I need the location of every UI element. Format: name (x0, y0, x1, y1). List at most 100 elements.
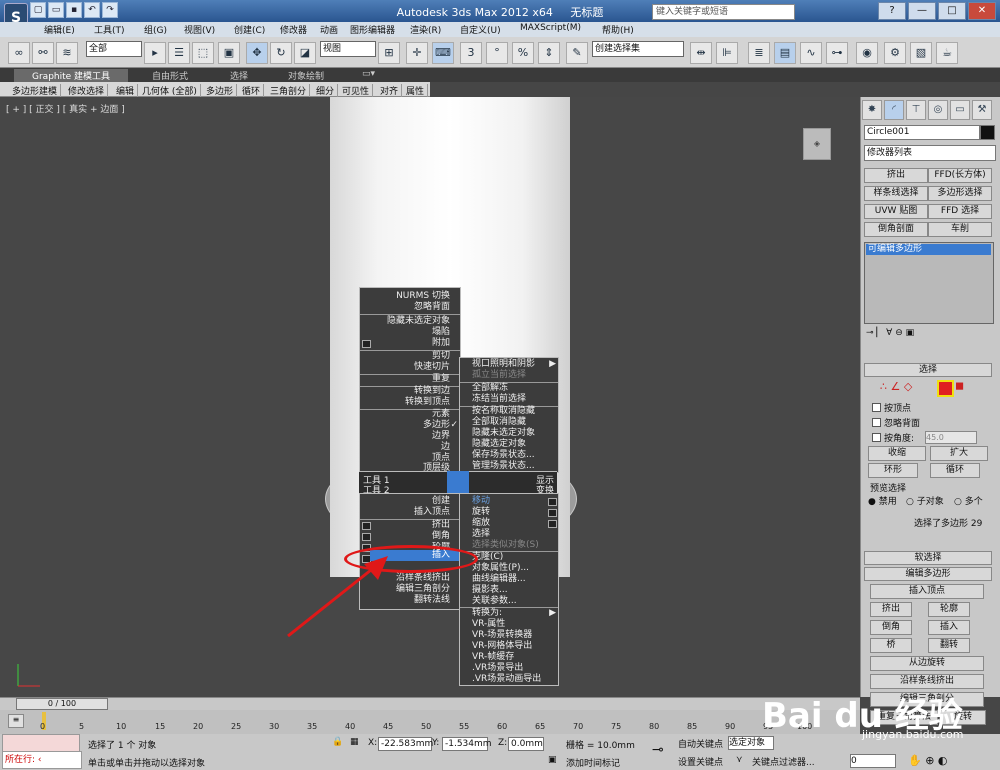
link-icon[interactable]: ∞ (8, 42, 30, 64)
lock-selection-icon[interactable]: 🔒 (332, 737, 343, 747)
mirror-icon[interactable]: ⇹ (690, 42, 712, 64)
keyboard-shortcut-toggle-icon[interactable]: ⌨ (432, 42, 454, 64)
named-selection-select[interactable]: 创建选择集 (592, 41, 684, 57)
menu-item-unhide-all[interactable]: 全部取消隐藏 (472, 417, 526, 428)
object-color-swatch[interactable] (980, 125, 995, 140)
time-tag-icon[interactable]: ▣ (548, 755, 557, 765)
search-input[interactable]: 键入关键字或短语 (652, 4, 795, 20)
render-production-icon[interactable]: ☕ (936, 42, 958, 64)
settings-box-icon[interactable] (362, 340, 371, 348)
menu-group[interactable]: 组(G) (144, 23, 167, 36)
menu-item-edit-triangulation[interactable]: 编辑三角剖分 (396, 584, 450, 595)
select-rotate-icon[interactable]: ↻ (270, 42, 292, 64)
panel-visibility[interactable]: 可见性 (342, 84, 374, 97)
panel-align[interactable]: 对齐 (380, 84, 403, 97)
material-editor-icon[interactable]: ◉ (856, 42, 878, 64)
mini-curve-editor-icon[interactable]: ≡ (8, 714, 24, 728)
grow-button[interactable]: 扩大 (930, 446, 988, 461)
select-by-name-icon[interactable]: ☰ (168, 42, 190, 64)
menu-item-extrude[interactable]: 挤出 (432, 520, 450, 531)
menu-item-unhide-by-name[interactable]: 按名称取消隐藏 (472, 406, 535, 417)
menu-item-vr-scene-converter[interactable]: VR-场景转换器 (472, 630, 532, 641)
menu-item-hide-selection[interactable]: 隐藏选定对象 (472, 439, 526, 450)
panel-polygons[interactable]: 多边形 (206, 84, 238, 97)
mod-ffd-select-button[interactable]: FFD 选择 (928, 204, 992, 219)
y-coord-field[interactable]: -1.534mm (442, 737, 492, 751)
menu-item-attach[interactable]: 附加 (432, 338, 450, 349)
select-scale-icon[interactable]: ◪ (294, 42, 316, 64)
selection-filter-select[interactable]: 全部 (86, 41, 142, 57)
menu-item-insert-vertex[interactable]: 插入顶点 (414, 507, 450, 518)
menu-item-curve-editor[interactable]: 曲线编辑器... (472, 574, 526, 585)
tab-selection[interactable]: 选择 (230, 69, 248, 82)
extrude-button[interactable]: 挤出 (870, 602, 912, 617)
absolute-mode-icon[interactable]: ▦ (350, 737, 359, 747)
menu-item-bevel[interactable]: 倒角 (432, 531, 450, 542)
layer-manager-icon[interactable]: ≣ (748, 42, 770, 64)
select-manipulate-icon[interactable]: ✛ (406, 42, 428, 64)
menu-item-cut[interactable]: 剪切 (432, 351, 450, 362)
modify-tab-icon[interactable]: ◜ (884, 100, 904, 120)
key-filters-button[interactable]: 关键点过滤器... (752, 755, 815, 768)
maxscript-listener[interactable] (2, 734, 80, 752)
menu-item-dope-sheet[interactable]: 摄影表... (472, 585, 508, 596)
rollout-edit-polygons[interactable]: 编辑多边形 (864, 567, 992, 581)
menu-create[interactable]: 创建(C) (234, 23, 265, 36)
minimize-button[interactable]: — (908, 2, 936, 20)
menu-item-extrude-along-spline[interactable]: 沿样条线挤出 (396, 573, 450, 584)
panel-modify-selection[interactable]: 修改选择 (68, 84, 109, 97)
stack-tools-icons[interactable]: ⊸ ▏ ∀ ⊖ ▣ (866, 328, 914, 338)
menu-rendering[interactable]: 渲染(R) (410, 23, 441, 36)
bevel-button[interactable]: 倒角 (870, 620, 912, 635)
panel-loops[interactable]: 循环 (242, 84, 265, 97)
current-frame-field[interactable]: 0 (850, 754, 896, 768)
mod-bevel-profile-button[interactable]: 倒角剖面 (864, 222, 928, 237)
menu-item-wire-parameters[interactable]: 关联参数... (472, 596, 517, 607)
polygon-level-icon[interactable] (937, 380, 954, 397)
menu-item-element[interactable]: 元素 (432, 409, 450, 420)
settings-box-icon[interactable] (548, 498, 557, 506)
bind-spacewarp-icon[interactable]: ≋ (56, 42, 78, 64)
ring-button[interactable]: 环形 (868, 463, 918, 478)
subobject-level-icons[interactable]: ∴ ∠ ◇ (880, 380, 912, 393)
panel-edit[interactable]: 编辑 (116, 84, 139, 97)
percent-snap-icon[interactable]: % (512, 42, 534, 64)
menu-item-vr-mesh-export[interactable]: VR-网格体导出 (472, 641, 532, 652)
menu-item-edge[interactable]: 边 (441, 442, 450, 453)
menu-item-vr-scene-export[interactable]: .VR场景导出 (472, 663, 523, 674)
viewcube-icon[interactable]: ◈ (803, 128, 831, 160)
curve-editor-icon[interactable]: ∿ (800, 42, 822, 64)
help-button[interactable]: ? (878, 2, 906, 20)
menu-help[interactable]: 帮助(H) (602, 23, 634, 36)
mod-ffd-box-button[interactable]: FFD(长方体) (928, 168, 992, 183)
menu-item-save-scene-state[interactable]: 保存场景状态... (472, 450, 535, 461)
rendered-frame-icon[interactable]: ▧ (910, 42, 932, 64)
graphite-toggle-icon[interactable]: ▤ (774, 42, 796, 64)
insert-vertex-button[interactable]: 插入顶点 (870, 584, 984, 599)
menu-item-object-properties[interactable]: 对象属性(P)... (472, 563, 529, 574)
mod-poly-select-button[interactable]: 多边形选择 (928, 186, 992, 201)
unlink-icon[interactable]: ⚯ (32, 42, 54, 64)
panel-geometry[interactable]: 几何体 (全部) (142, 84, 201, 97)
menu-item-border[interactable]: 边界 (432, 431, 450, 442)
preview-multi-radio[interactable]: ○ 多个 (954, 494, 983, 507)
menu-item-hide-unselected-r[interactable]: 隐藏未选定对象 (472, 428, 535, 439)
select-move-icon[interactable]: ✥ (246, 42, 268, 64)
panel-polygon-modeling[interactable]: 多边形建模 (12, 84, 62, 97)
menu-maxscript[interactable]: MAXScript(M) (520, 23, 581, 33)
menu-graph-editors[interactable]: 图形编辑器 (350, 23, 395, 36)
z-coord-field[interactable]: 0.0mm (508, 737, 544, 751)
viewport-nav-icons[interactable]: ✋ ⊕ ◐ (908, 754, 948, 767)
menu-item-convert-to[interactable]: 转换为: (472, 608, 502, 619)
edit-named-selection-icon[interactable]: ✎ (566, 42, 588, 64)
menu-item-convert-to-edge[interactable]: 转换到边 (414, 386, 450, 397)
schematic-view-icon[interactable]: ⊶ (826, 42, 848, 64)
extrude-along-spline-button[interactable]: 沿样条线挤出 (870, 674, 984, 689)
loop-button[interactable]: 循环 (930, 463, 980, 478)
menu-item-select[interactable]: 选择 (472, 529, 490, 540)
menu-tools[interactable]: 工具(T) (94, 23, 125, 36)
reference-coordinate-select[interactable]: 视图 (320, 41, 376, 57)
menu-item-move[interactable]: 移动 (472, 496, 490, 507)
create-tab-icon[interactable]: ✸ (862, 100, 882, 120)
snaps-toggle-icon[interactable]: 3 (460, 42, 482, 64)
